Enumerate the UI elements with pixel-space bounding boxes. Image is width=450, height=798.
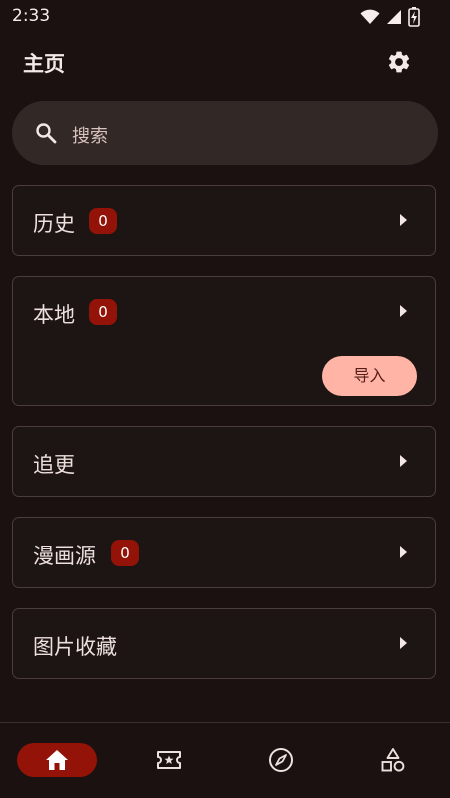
following-label: 追更 xyxy=(33,453,75,477)
history-card[interactable]: 历史 0 xyxy=(12,185,436,256)
page-title: 主页 xyxy=(23,52,65,76)
chevron-right-icon xyxy=(400,455,407,467)
search-placeholder: 搜索 xyxy=(72,126,108,147)
comic-source-label: 漫画源 xyxy=(33,544,96,568)
status-time: 2:33 xyxy=(12,6,51,26)
categories-shapes-icon xyxy=(381,748,405,772)
gear-icon xyxy=(388,51,410,73)
search-bar[interactable]: 搜索 xyxy=(12,101,438,165)
following-card[interactable]: 追更 xyxy=(12,426,436,497)
chevron-right-icon xyxy=(400,305,407,317)
comic-source-count-badge: 0 xyxy=(111,540,139,566)
history-count-badge: 0 xyxy=(89,208,117,234)
nav-following[interactable] xyxy=(129,743,209,777)
bottom-navigation xyxy=(0,722,450,798)
home-icon xyxy=(46,750,68,770)
import-button[interactable]: 导入 xyxy=(322,356,417,396)
chevron-right-icon xyxy=(400,637,407,649)
image-favorites-label: 图片收藏 xyxy=(33,635,117,659)
chevron-right-icon xyxy=(400,214,407,226)
image-favorites-card[interactable]: 图片收藏 xyxy=(12,608,436,679)
status-bar: 2:33 xyxy=(0,0,450,34)
search-icon xyxy=(36,123,57,144)
battery-charging-icon xyxy=(408,7,420,27)
compass-icon xyxy=(269,748,293,772)
local-card[interactable]: 本地 0 导入 xyxy=(12,276,436,406)
wifi-icon xyxy=(360,9,380,24)
chevron-right-icon xyxy=(400,546,407,558)
comic-source-card[interactable]: 漫画源 0 xyxy=(12,517,436,588)
nav-explore[interactable] xyxy=(241,743,321,777)
settings-button[interactable] xyxy=(381,44,417,80)
nav-home[interactable] xyxy=(17,743,97,777)
local-count-badge: 0 xyxy=(89,299,117,325)
local-label: 本地 xyxy=(33,303,75,327)
history-label: 历史 xyxy=(33,212,75,236)
nav-categories[interactable] xyxy=(353,743,433,777)
signal-icon xyxy=(387,10,401,24)
ticket-star-icon xyxy=(157,751,181,769)
status-icons xyxy=(360,7,420,27)
